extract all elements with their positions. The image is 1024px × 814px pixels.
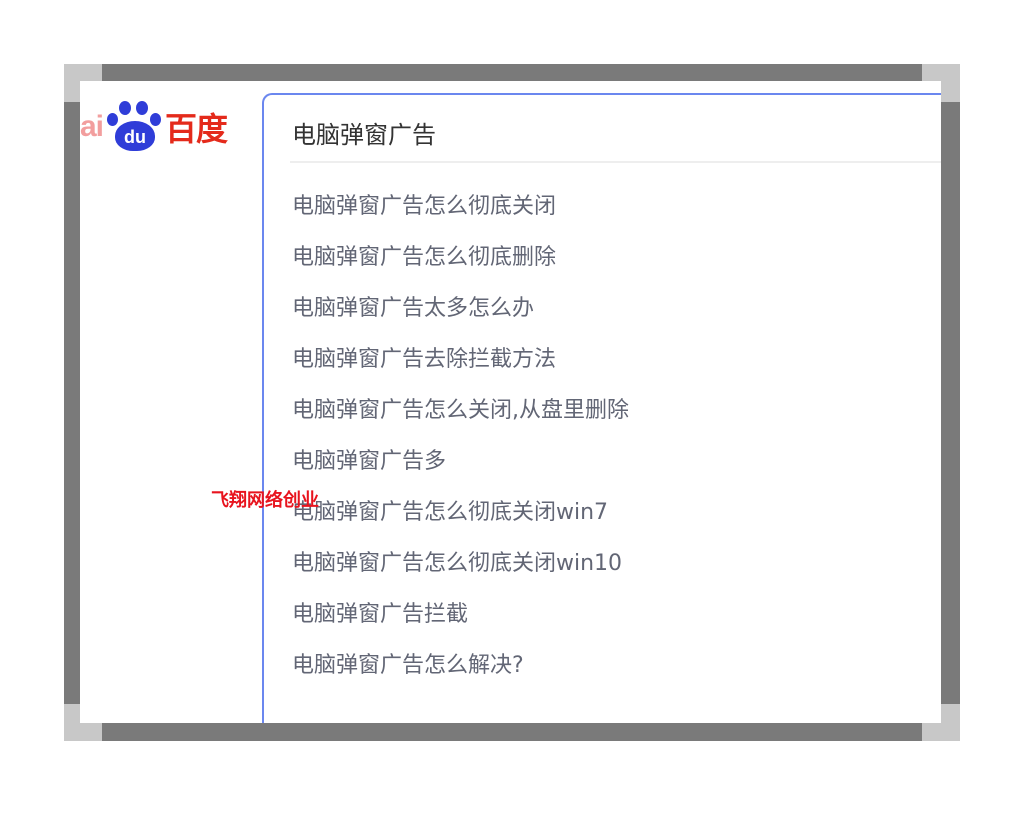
paw-pad: du	[115, 121, 156, 151]
search-suggestion-panel: 电脑弹窗广告 电脑弹窗广告怎么彻底关闭 电脑弹窗广告怎么彻底删除 电脑弹窗广告太…	[262, 93, 941, 723]
logo-name: 百度	[165, 110, 228, 148]
frame-corner-top-left-v	[64, 64, 80, 102]
paw-toe-icon	[107, 113, 119, 126]
suggestion-item[interactable]: 电脑弹窗广告去除拦截方法	[292, 334, 629, 385]
suggestion-item[interactable]: 电脑弹窗广告拦截	[292, 589, 629, 640]
watermark-text: 飞翔网络创业	[211, 490, 319, 511]
suggestion-item[interactable]: 电脑弹窗广告怎么彻底关闭win7	[292, 487, 629, 538]
suggestion-item[interactable]: 电脑弹窗广告太多怎么办	[292, 283, 629, 334]
suggestion-list: 电脑弹窗广告怎么彻底关闭 电脑弹窗广告怎么彻底删除 电脑弹窗广告太多怎么办 电脑…	[292, 181, 629, 691]
suggestion-item[interactable]: 电脑弹窗广告怎么彻底关闭	[292, 181, 629, 232]
screenshot-stage: ai du 百度 电脑弹窗广告 电脑弹窗广告怎么彻底关闭 电脑弹窗广告怎么彻底删…	[0, 0, 1024, 814]
divider	[290, 161, 941, 163]
screenshot-content: ai du 百度 电脑弹窗广告 电脑弹窗广告怎么彻底关闭 电脑弹窗广告怎么彻底删…	[80, 81, 941, 723]
suggestion-item[interactable]: 电脑弹窗广告多	[292, 436, 629, 487]
suggestion-item[interactable]: 电脑弹窗广告怎么彻底关闭win10	[292, 538, 629, 589]
paw-toe-icon	[136, 101, 149, 115]
search-query[interactable]: 电脑弹窗广告	[292, 115, 436, 150]
paw-toe-icon	[119, 101, 132, 115]
paw-icon: du	[105, 99, 163, 155]
suggestion-item[interactable]: 电脑弹窗广告怎么关闭,从盘里删除	[292, 385, 629, 436]
suggestion-item[interactable]: 电脑弹窗广告怎么解决?	[292, 640, 629, 691]
suggestion-item[interactable]: 电脑弹窗广告怎么彻底删除	[292, 232, 629, 283]
frame-corner-top-right-v	[941, 64, 960, 102]
paw-toe-icon	[150, 113, 162, 126]
frame-corner-bottom-right-v	[941, 704, 960, 741]
frame-corner-bottom-left	[64, 723, 102, 741]
logo-prefix: ai	[80, 110, 104, 143]
baidu-logo[interactable]: ai du 百度	[80, 95, 228, 159]
